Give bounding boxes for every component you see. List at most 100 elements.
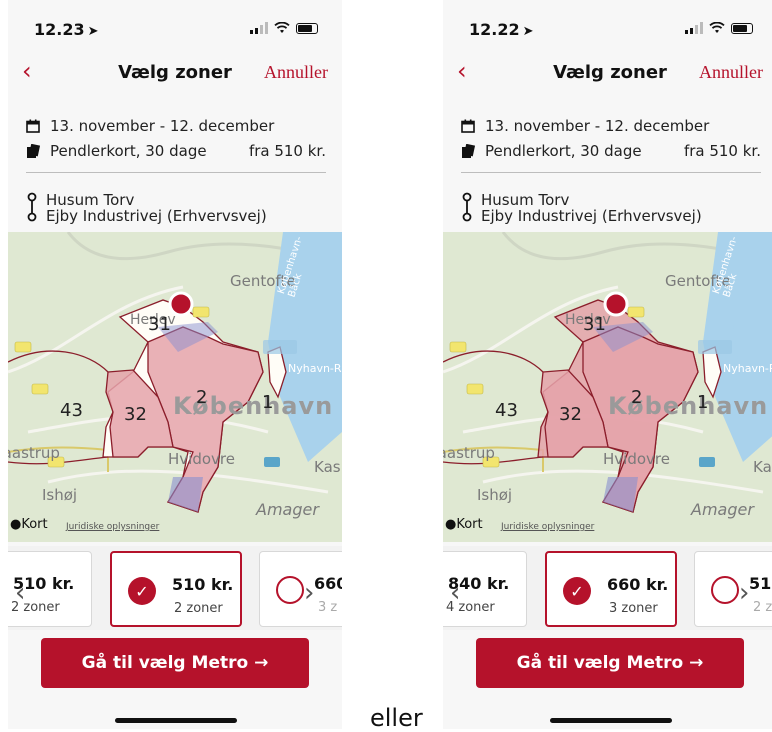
- cancel-button[interactable]: Annuller: [264, 62, 328, 83]
- period-row: 13. november - 12. december: [26, 113, 326, 138]
- wifi-icon: [709, 22, 725, 33]
- phone-screen-left: 12.23 ➤ ‹ Vælg zoner Annuller 13. novembe…: [8, 0, 342, 729]
- zone-2-label: 2: [631, 387, 643, 408]
- ticket-info: 13. november - 12. december Pendlerkort,…: [26, 113, 326, 163]
- price-option-next[interactable]: 660 3 z ›: [259, 551, 342, 627]
- chevron-right-icon[interactable]: ›: [304, 578, 314, 608]
- map-label-nyhavn: Nyhavn-R: [288, 362, 342, 375]
- ticket-type: Pendlerkort, 30 dage: [485, 141, 642, 160]
- option-price: 51: [749, 574, 772, 593]
- map-label-amager: Amager: [691, 500, 754, 519]
- zone-1-label: 1: [697, 392, 709, 413]
- home-indicator[interactable]: [115, 718, 237, 723]
- chevron-left-icon[interactable]: ‹: [15, 578, 25, 608]
- signal-icon: [250, 22, 268, 34]
- battery-icon: [296, 22, 318, 34]
- zone-43-label: 43: [60, 400, 83, 421]
- map-label-hvidovre: Hvidovre: [603, 450, 670, 468]
- option-price: 510 kr.: [172, 575, 234, 594]
- route-from: Husum Torv: [46, 191, 135, 209]
- legal-link[interactable]: Juridiske oplysninger: [66, 522, 159, 532]
- calendar-icon: [461, 119, 475, 133]
- option-price: 660 kr.: [607, 575, 669, 594]
- checkmark-icon: ✓: [128, 577, 156, 605]
- ticket-icon: [27, 143, 40, 158]
- price-option-selected[interactable]: ✓ 510 kr. 2 zoner: [110, 551, 242, 627]
- price-from: fra 510 kr.: [248, 141, 326, 160]
- price-option-previous[interactable]: 510 kr. 2 zoner ‹: [8, 551, 92, 627]
- status-icons: [685, 22, 753, 34]
- route-to: Ejby Industrivej (Erhvervsvej): [46, 207, 267, 225]
- phone-screen-right: 12.22 ➤ ‹ Vælg zoner Annuller 13. novembe…: [443, 0, 772, 729]
- status-time: 12.22 ➤: [469, 20, 534, 39]
- apple-icon: ●: [445, 517, 457, 532]
- price-option-previous[interactable]: 840 kr. 4 zoner ‹: [443, 551, 527, 627]
- chevron-left-icon[interactable]: ‹: [450, 578, 460, 608]
- map-label-kas: Kas: [314, 458, 341, 476]
- map-label-ka: Ka: [753, 458, 772, 476]
- option-price: 660: [314, 574, 342, 593]
- route-to: Ejby Industrivej (Erhvervsvej): [481, 207, 702, 225]
- apple-maps-logo: ●Kort: [445, 517, 483, 532]
- price-option-selected[interactable]: ✓ 660 kr. 3 zoner: [545, 551, 677, 627]
- route-icon: [27, 192, 37, 222]
- connector-text: eller: [370, 704, 423, 732]
- ticket-info: 13. november - 12. december Pendlerkort,…: [461, 113, 761, 163]
- zone-2-label: 2: [196, 387, 208, 408]
- signal-icon: [685, 22, 703, 34]
- route-info: Husum Torv Ejby Industrivej (Erhvervsvej…: [26, 192, 267, 224]
- option-zones: 3 zoner: [609, 601, 658, 616]
- zone-32-label: 32: [124, 404, 147, 425]
- continue-to-metro-button[interactable]: Gå til vælg Metro →: [476, 638, 744, 688]
- divider: [461, 172, 761, 173]
- option-zones: 2 z: [753, 600, 772, 615]
- status-bar: 12.23 ➤: [8, 18, 342, 42]
- location-arrow-icon: ➤: [87, 24, 99, 39]
- price-option-next[interactable]: 51 2 z ›: [694, 551, 772, 627]
- calendar-icon: [26, 119, 40, 133]
- home-indicator[interactable]: [550, 718, 672, 723]
- checkmark-icon: ✓: [563, 577, 591, 605]
- zone-31-label: 31: [583, 314, 606, 335]
- map-label-taastrup: Taastrup: [8, 444, 60, 462]
- continue-to-metro-button[interactable]: Gå til vælg Metro →: [41, 638, 309, 688]
- chevron-right-icon[interactable]: ›: [739, 578, 749, 608]
- ticket-type: Pendlerkort, 30 dage: [50, 141, 207, 160]
- period-text: 13. november - 12. december: [485, 116, 710, 135]
- zone-map[interactable]: Gentofte Herlev København Hvidovre Taast…: [8, 232, 342, 542]
- zone-43-label: 43: [495, 400, 518, 421]
- ticket-icon: [462, 143, 475, 158]
- apple-icon: ●: [10, 517, 22, 532]
- route-icon: [462, 192, 472, 222]
- cancel-button[interactable]: Annuller: [699, 62, 763, 83]
- nav-bar: ‹ Vælg zoner Annuller: [443, 58, 772, 88]
- map-label-amager: Amager: [256, 500, 319, 519]
- zone-32-label: 32: [559, 404, 582, 425]
- map-label-nyhavn: Nyhavn-R: [723, 362, 772, 375]
- nav-bar: ‹ Vælg zoner Annuller: [8, 58, 342, 88]
- route-info: Husum Torv Ejby Industrivej (Erhvervsvej…: [461, 192, 702, 224]
- map-label-ishoj: Ishøj: [477, 486, 513, 504]
- price-option-carousel[interactable]: 840 kr. 4 zoner ‹ ✓ 660 kr. 3 zoner 51 2…: [443, 546, 772, 630]
- map-label-hvidovre: Hvidovre: [168, 450, 235, 468]
- map-label-taastrup: Taastrup: [443, 444, 495, 462]
- apple-maps-logo: ●Kort: [10, 517, 48, 532]
- price-option-carousel[interactable]: 510 kr. 2 zoner ‹ ✓ 510 kr. 2 zoner 660 …: [8, 546, 342, 630]
- zone-map[interactable]: Gentofte Herlev København Hvidovre Taast…: [443, 232, 772, 542]
- ticket-row: Pendlerkort, 30 dage fra 510 kr.: [26, 138, 326, 163]
- status-icons: [250, 22, 318, 34]
- radio-unselected-icon: [711, 576, 739, 604]
- legal-link[interactable]: Juridiske oplysninger: [501, 522, 594, 532]
- period-text: 13. november - 12. december: [50, 116, 275, 135]
- map-label-ishoj: Ishøj: [42, 486, 78, 504]
- option-zones: 2 zoner: [174, 601, 223, 616]
- status-time: 12.23 ➤: [34, 20, 99, 39]
- status-bar: 12.22 ➤: [443, 18, 772, 42]
- price-from: fra 510 kr.: [683, 141, 761, 160]
- zone-31-label: 31: [148, 314, 171, 335]
- divider: [26, 172, 326, 173]
- zone-1-label: 1: [262, 392, 274, 413]
- wifi-icon: [274, 22, 290, 33]
- location-arrow-icon: ➤: [522, 24, 534, 39]
- battery-icon: [731, 22, 753, 34]
